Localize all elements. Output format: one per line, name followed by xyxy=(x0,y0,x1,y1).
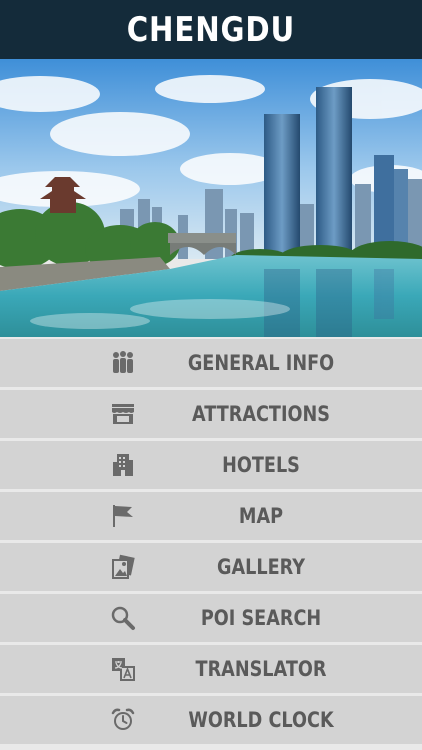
menu-item-world-clock[interactable]: WORLD CLOCK xyxy=(0,696,422,744)
main-menu: GENERAL INFO ATTRACTIONS HOTELS MAP GALL… xyxy=(0,339,422,744)
translate-icon xyxy=(110,656,136,682)
menu-item-label: WORLD CLOCK xyxy=(188,708,334,732)
menu-item-label: GALLERY xyxy=(216,555,306,579)
menu-item-poi-search[interactable]: POI SEARCH xyxy=(0,594,422,642)
app-screen: CHENGDU GENERAL INFO ATTRACTIONS HOTELS … xyxy=(0,0,422,750)
building-icon xyxy=(110,452,136,478)
menu-item-gallery[interactable]: GALLERY xyxy=(0,543,422,591)
hero-photo-illustration xyxy=(0,59,422,337)
magnifier-icon xyxy=(110,605,136,631)
menu-item-label: TRANSLATOR xyxy=(195,657,327,681)
menu-item-map[interactable]: MAP xyxy=(0,492,422,540)
hero-photo xyxy=(0,59,422,337)
flag-icon xyxy=(110,503,136,529)
photos-icon xyxy=(110,554,136,580)
storefront-icon xyxy=(110,401,136,427)
menu-item-attractions[interactable]: ATTRACTIONS xyxy=(0,390,422,438)
menu-item-hotels[interactable]: HOTELS xyxy=(0,441,422,489)
page-title: CHENGDU xyxy=(126,9,296,50)
menu-item-label: POI SEARCH xyxy=(200,606,322,630)
menu-item-label: GENERAL INFO xyxy=(187,351,335,375)
menu-item-label: HOTELS xyxy=(222,453,300,477)
alarm-clock-icon xyxy=(110,707,136,733)
header-bar: CHENGDU xyxy=(0,0,422,59)
menu-item-general-info[interactable]: GENERAL INFO xyxy=(0,339,422,387)
menu-item-label: ATTRACTIONS xyxy=(192,402,330,426)
menu-item-translator[interactable]: TRANSLATOR xyxy=(0,645,422,693)
menu-item-label: MAP xyxy=(238,504,284,528)
people-group-icon xyxy=(110,350,136,376)
